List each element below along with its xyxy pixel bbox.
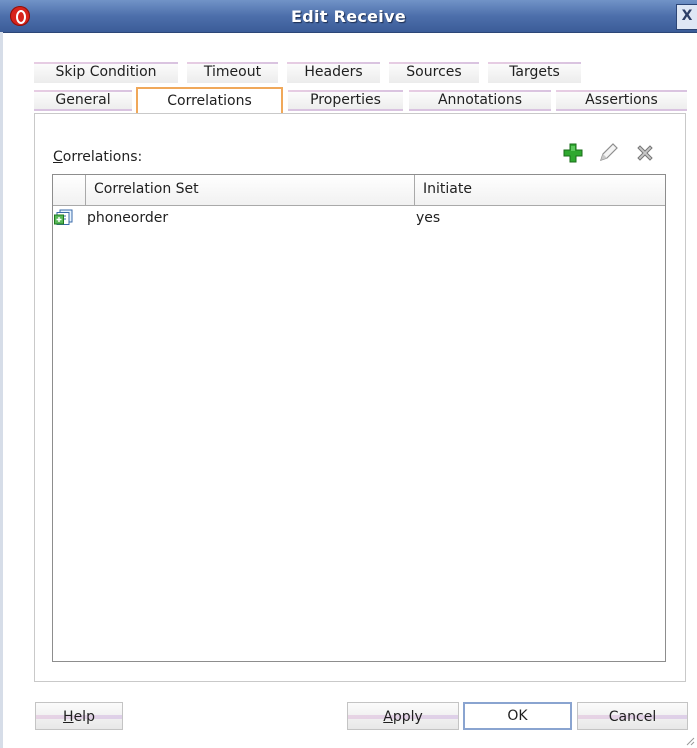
column-divider[interactable]	[85, 175, 86, 205]
correlations-label-text: orrelations:	[62, 149, 143, 165]
tab-correlations[interactable]: Correlations	[136, 87, 283, 115]
cancel-button[interactable]: Cancel	[577, 702, 688, 730]
add-icon[interactable]	[563, 143, 583, 163]
help-mnemonic: H	[63, 709, 74, 725]
tab-targets[interactable]: Targets	[488, 62, 581, 83]
correlations-table[interactable]: Correlation Set Initiate phoneorder yes	[52, 174, 666, 662]
tab-timeout[interactable]: Timeout	[187, 62, 278, 83]
table-header: Correlation Set Initiate	[53, 175, 665, 206]
dialog-frame-edge	[0, 32, 3, 748]
header-icon-column	[53, 175, 85, 205]
resize-grip-icon[interactable]	[685, 736, 695, 746]
header-correlation-set[interactable]: Correlation Set	[94, 175, 414, 205]
title-bar: Edit Receive X	[0, 0, 697, 33]
close-button[interactable]: X	[676, 4, 697, 30]
correlation-set-value: phoneorder	[87, 210, 169, 226]
cancel-label: Cancel	[608, 709, 657, 725]
apply-button[interactable]: Apply	[347, 702, 459, 730]
apply-mnemonic: A	[383, 709, 393, 725]
edit-icon[interactable]	[598, 143, 618, 163]
help-label: elp	[73, 709, 95, 725]
correlation-set-icon	[54, 209, 73, 225]
tab-properties[interactable]: Properties	[288, 90, 403, 111]
tab-sources[interactable]: Sources	[389, 62, 479, 83]
tab-assertions[interactable]: Assertions	[556, 90, 687, 111]
apply-label: pply	[392, 709, 423, 725]
correlations-label-mnemonic: C	[53, 149, 63, 165]
table-row[interactable]: phoneorder yes	[53, 206, 665, 230]
help-button[interactable]: Help	[35, 702, 123, 730]
tab-general[interactable]: General	[34, 90, 132, 111]
correlations-label: Correlations:	[53, 149, 142, 165]
column-divider[interactable]	[414, 175, 415, 205]
delete-icon[interactable]	[635, 143, 655, 163]
header-initiate[interactable]: Initiate	[423, 175, 663, 205]
ok-label: OK	[507, 708, 528, 724]
tab-annotations[interactable]: Annotations	[409, 90, 551, 111]
initiate-value: yes	[416, 210, 441, 226]
tab-skip-condition[interactable]: Skip Condition	[34, 62, 178, 83]
tab-headers[interactable]: Headers	[287, 62, 380, 83]
ok-button[interactable]: OK	[463, 702, 572, 730]
dialog-title: Edit Receive	[291, 7, 406, 26]
